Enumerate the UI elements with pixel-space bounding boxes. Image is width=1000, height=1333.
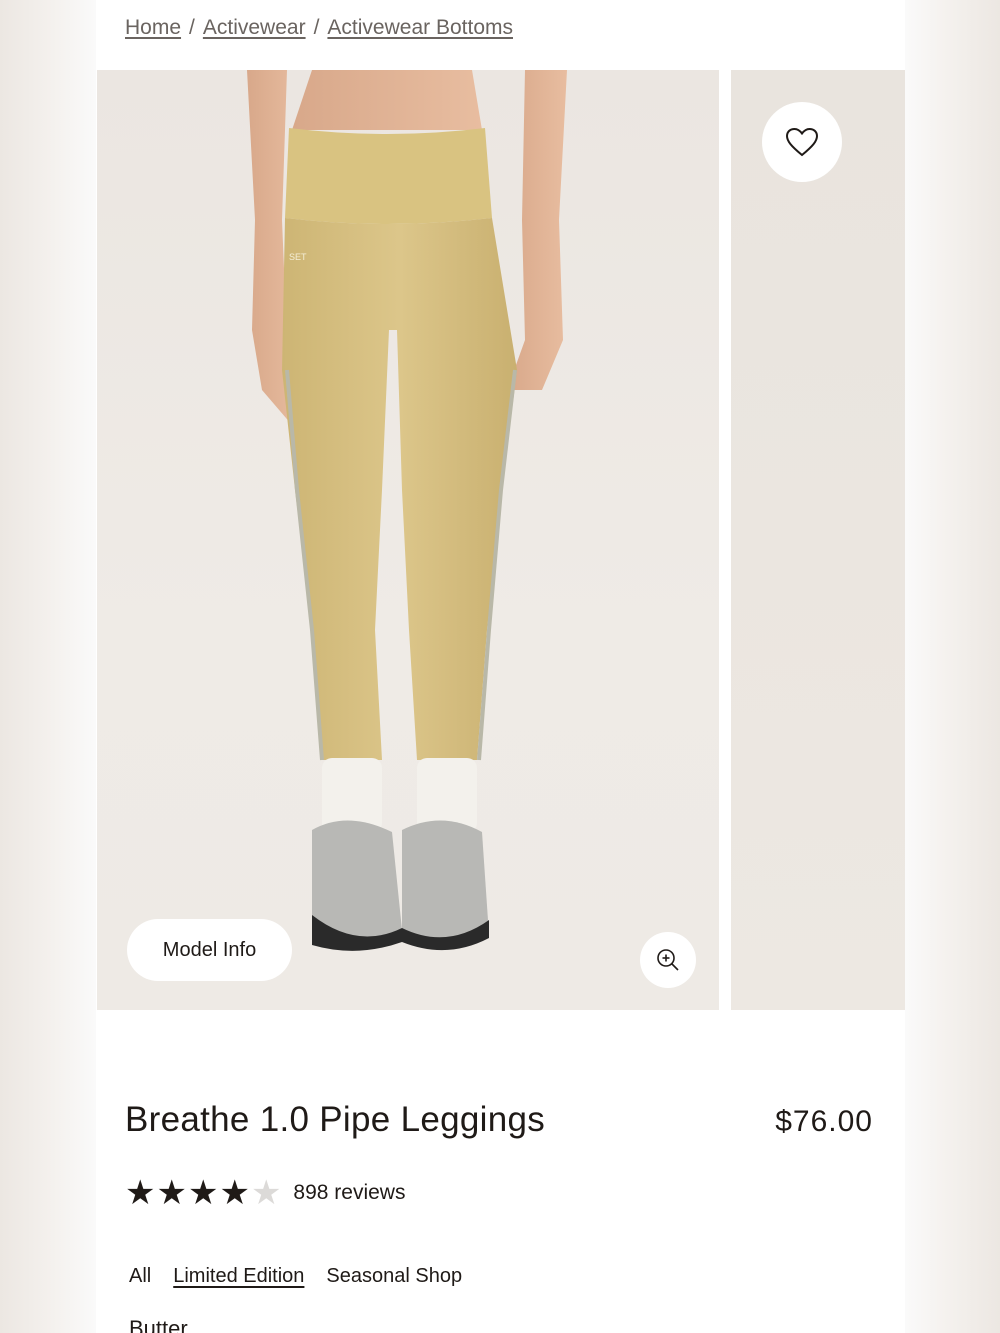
left-backdrop <box>0 0 96 1333</box>
star-icon: ★ <box>156 1174 187 1212</box>
product-image-main[interactable]: SET Model Info <box>97 70 719 1010</box>
collection-tags: All Limited Edition Seasonal Shop <box>129 1265 462 1288</box>
product-page: Home / Activewear / Activewear Bottoms S… <box>96 0 905 1333</box>
product-image-next[interactable] <box>731 70 905 1010</box>
product-title: Breathe 1.0 Pipe Leggings <box>125 1100 546 1139</box>
wishlist-button[interactable] <box>762 102 842 182</box>
breadcrumb: Home / Activewear / Activewear Bottoms <box>125 12 513 44</box>
reviews-link[interactable]: 898 reviews <box>293 1181 405 1205</box>
breadcrumb-separator: / <box>313 16 320 39</box>
breadcrumb-separator: / <box>189 16 195 39</box>
breadcrumb-activewear-bottoms[interactable]: Activewear Bottoms <box>327 16 513 40</box>
product-price: $76.00 <box>775 1105 873 1138</box>
star-empty-icon: ★ <box>250 1174 282 1212</box>
product-photo: SET <box>247 70 567 951</box>
product-rating[interactable]: ★ ★ ★ ★ ★ 898 reviews <box>125 1176 405 1210</box>
star-icon: ★ <box>187 1174 219 1212</box>
zoom-in-icon <box>657 949 679 971</box>
color-name: Butter <box>129 1316 188 1333</box>
model-info-button[interactable]: Model Info <box>127 919 292 981</box>
star-icon: ★ <box>125 1174 156 1212</box>
star-icon: ★ <box>219 1174 250 1212</box>
rating-stars: ★ ★ ★ ★ ★ <box>125 1176 281 1210</box>
tag-seasonal-shop[interactable]: Seasonal Shop <box>326 1265 462 1288</box>
tag-all[interactable]: All <box>129 1265 151 1288</box>
zoom-button[interactable] <box>640 932 696 988</box>
breadcrumb-activewear[interactable]: Activewear <box>203 16 306 40</box>
tag-limited-edition[interactable]: Limited Edition <box>173 1265 304 1288</box>
brand-mark: SET <box>289 252 307 262</box>
right-backdrop <box>905 0 1000 1333</box>
heart-icon <box>785 127 819 157</box>
breadcrumb-home[interactable]: Home <box>125 16 181 40</box>
